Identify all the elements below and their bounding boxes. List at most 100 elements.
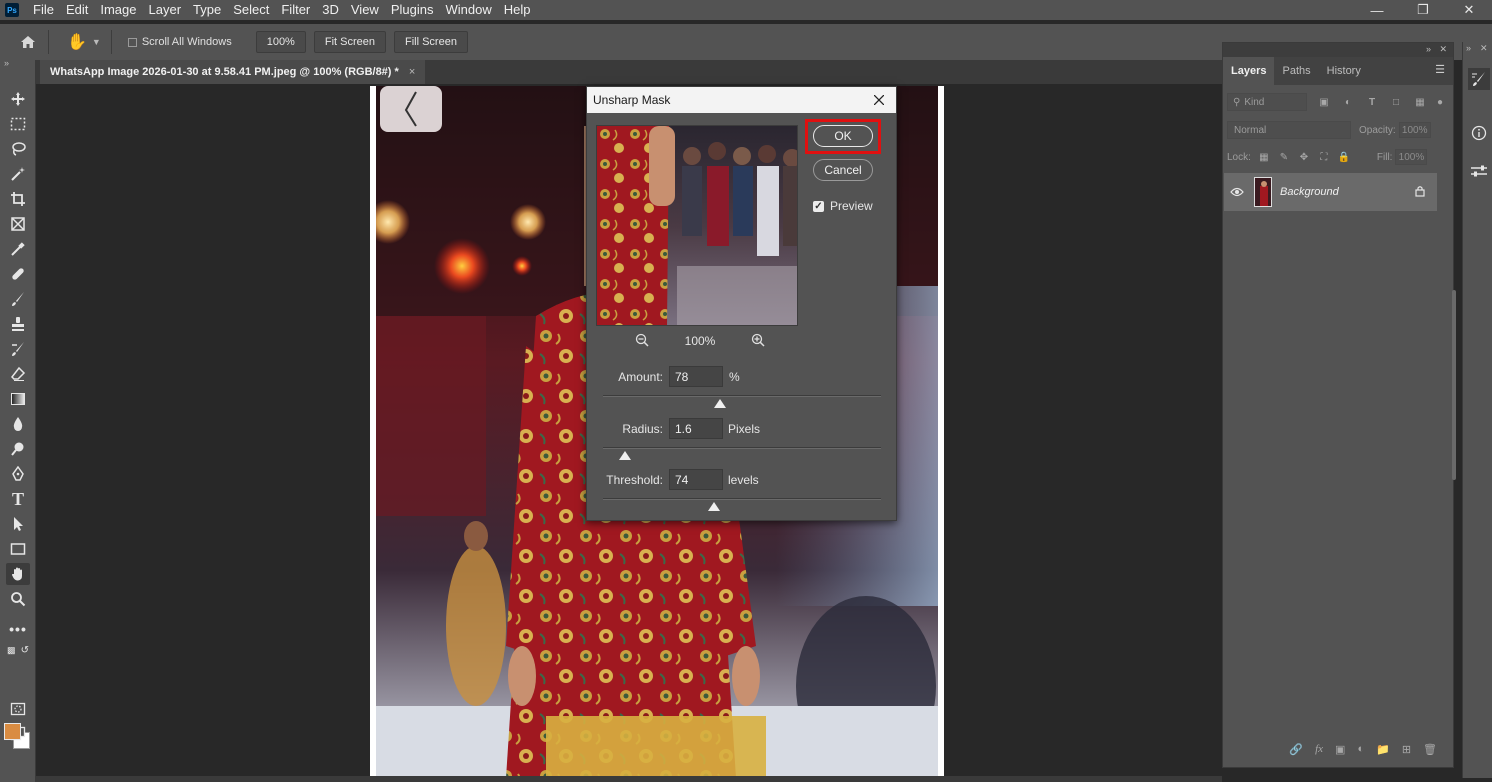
pen-tool-icon[interactable] <box>6 463 30 485</box>
threshold-slider[interactable] <box>603 498 881 500</box>
menu-help[interactable]: Help <box>498 0 537 20</box>
close-icon[interactable] <box>868 87 890 113</box>
layer-row-background[interactable]: Background <box>1224 173 1437 211</box>
shape-filter-icon[interactable]: □ <box>1389 95 1403 109</box>
pixel-filter-icon[interactable]: ▣ <box>1317 95 1331 109</box>
expand-panel-icon[interactable]: » <box>4 58 9 68</box>
blend-mode-select[interactable]: Normal <box>1227 121 1351 139</box>
scroll-all-windows-checkbox[interactable]: Scroll All Windows <box>127 36 232 48</box>
fit-screen-button[interactable]: Fit Screen <box>313 31 386 53</box>
ok-button[interactable]: OK <box>813 125 873 147</box>
menu-edit[interactable]: Edit <box>60 0 94 20</box>
opacity-input[interactable]: 100% <box>1398 122 1431 138</box>
menu-3d[interactable]: 3D <box>316 0 345 20</box>
trash-icon[interactable]: 🗑 <box>1423 743 1437 756</box>
restore-icon[interactable]: ❐ <box>1400 0 1446 20</box>
menu-window[interactable]: Window <box>439 0 497 20</box>
menu-filter[interactable]: Filter <box>275 0 316 20</box>
lock-image-icon[interactable]: ✎ <box>1277 150 1291 164</box>
new-layer-icon[interactable]: ⊞ <box>1402 743 1411 756</box>
threshold-input[interactable]: 74 <box>669 469 723 490</box>
frame-tool-icon[interactable] <box>6 213 30 235</box>
chevron-down-icon[interactable]: ▼ <box>92 37 101 47</box>
blur-tool-icon[interactable] <box>6 413 30 435</box>
lasso-tool-icon[interactable] <box>6 138 30 160</box>
cancel-button[interactable]: Cancel <box>813 159 873 181</box>
eyedropper-tool-icon[interactable] <box>6 238 30 260</box>
radius-slider[interactable] <box>603 447 881 449</box>
zoom-in-icon[interactable] <box>751 333 765 350</box>
more-tools-icon[interactable]: ••• <box>6 618 30 640</box>
menu-image[interactable]: Image <box>94 0 142 20</box>
panel-header[interactable]: » ✕ <box>1223 43 1453 57</box>
adjustment-filter-icon[interactable]: ◐ <box>1341 95 1355 109</box>
close-strip-icon[interactable]: ✕ <box>1480 43 1488 54</box>
amount-input[interactable]: 78 <box>669 366 723 387</box>
lock-all-icon[interactable]: 🔒 <box>1337 150 1351 164</box>
move-tool-icon[interactable] <box>6 88 30 110</box>
filter-toggle-icon[interactable]: ● <box>1433 95 1447 109</box>
amount-slider-thumb[interactable] <box>713 399 726 408</box>
close-tab-icon[interactable]: × <box>409 66 415 78</box>
menu-layer[interactable]: Layer <box>143 0 188 20</box>
threshold-slider-thumb[interactable] <box>708 502 721 511</box>
hand-tool-icon[interactable] <box>6 563 30 585</box>
close-window-icon[interactable]: ✕ <box>1446 0 1492 20</box>
radius-input[interactable]: 1.6 <box>669 418 723 439</box>
adjustments-icon[interactable] <box>1468 160 1490 182</box>
panel-menu-icon[interactable]: ☰ <box>1435 63 1445 76</box>
eraser-tool-icon[interactable] <box>6 363 30 385</box>
close-panel-icon[interactable]: ✕ <box>1439 44 1447 55</box>
zoom-out-icon[interactable] <box>635 333 649 350</box>
path-selection-tool-icon[interactable] <box>6 513 30 535</box>
gradient-tool-icon[interactable] <box>6 388 30 410</box>
type-filter-icon[interactable]: T <box>1365 95 1379 109</box>
new-group-icon[interactable]: 📁 <box>1376 743 1390 756</box>
zoom-100-button[interactable]: 100% <box>255 31 306 53</box>
dodge-tool-icon[interactable] <box>6 438 30 460</box>
menu-plugins[interactable]: Plugins <box>385 0 440 20</box>
default-colors-icon[interactable]: ▩ <box>7 645 16 656</box>
history-brush-tool-icon[interactable] <box>6 338 30 360</box>
home-icon[interactable] <box>18 33 38 51</box>
tab-layers[interactable]: Layers <box>1223 57 1275 85</box>
zoom-tool-icon[interactable] <box>6 588 30 610</box>
fill-screen-button[interactable]: Fill Screen <box>393 31 468 53</box>
lock-transparent-icon[interactable]: ▦ <box>1257 150 1271 164</box>
adjustment-layer-icon[interactable]: ◐ <box>1357 743 1364 755</box>
collapse-panel-icon[interactable]: » <box>1426 44 1431 54</box>
kind-filter-select[interactable]: ⚲ Kind <box>1227 93 1307 111</box>
fill-input[interactable]: 100% <box>1395 149 1428 165</box>
foreground-color-swatch[interactable] <box>4 723 21 740</box>
dialog-titlebar[interactable]: Unsharp Mask <box>587 87 896 113</box>
swap-colors-icon[interactable]: ↺ <box>21 645 29 656</box>
menu-type[interactable]: Type <box>187 0 227 20</box>
minimize-icon[interactable]: — <box>1354 0 1400 20</box>
brush-tool-icon[interactable] <box>6 288 30 310</box>
layer-style-icon[interactable]: fx <box>1315 743 1323 755</box>
brush-settings-icon[interactable] <box>1468 68 1490 90</box>
menu-view[interactable]: View <box>345 0 385 20</box>
panel-scrollbar[interactable] <box>1452 290 1456 480</box>
quick-mask-icon[interactable] <box>6 698 30 720</box>
healing-brush-tool-icon[interactable] <box>6 263 30 285</box>
menu-file[interactable]: File <box>27 0 60 20</box>
info-icon[interactable] <box>1468 122 1490 144</box>
preview-checkbox[interactable]: ✓ Preview <box>813 199 873 213</box>
visibility-eye-icon[interactable] <box>1224 187 1250 197</box>
add-mask-icon[interactable]: ▣ <box>1335 743 1345 756</box>
checkmark-icon[interactable]: ✓ <box>813 200 824 212</box>
hand-tool-preset-icon[interactable]: ✋ <box>67 32 87 52</box>
crop-tool-icon[interactable] <box>6 188 30 210</box>
radius-slider-thumb[interactable] <box>619 451 632 460</box>
marquee-tool-icon[interactable] <box>6 113 30 135</box>
rectangle-tool-icon[interactable] <box>6 538 30 560</box>
menu-select[interactable]: Select <box>227 0 275 20</box>
amount-slider[interactable] <box>603 395 881 397</box>
type-tool-icon[interactable]: T <box>6 488 30 510</box>
lock-artboard-icon[interactable]: ⛶ <box>1317 150 1331 164</box>
magic-wand-tool-icon[interactable] <box>6 163 30 185</box>
link-layers-icon[interactable]: 🔗 <box>1289 743 1303 756</box>
lock-position-icon[interactable]: ✥ <box>1297 150 1311 164</box>
tab-history[interactable]: History <box>1319 57 1369 85</box>
